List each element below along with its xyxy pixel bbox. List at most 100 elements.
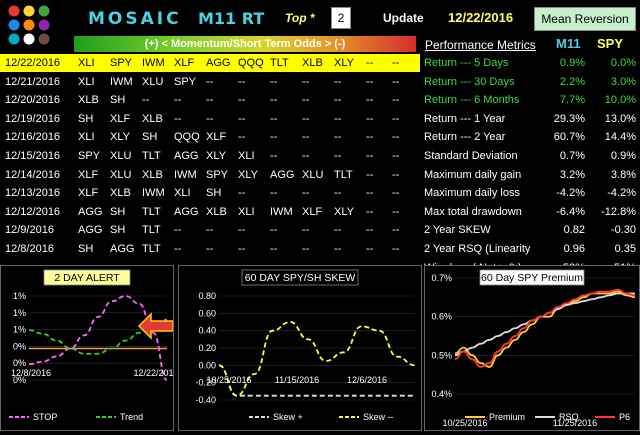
svg-text:60 Day SPY Premium: 60 Day SPY Premium	[481, 272, 583, 284]
signal-ticker: SH	[110, 94, 126, 107]
signal-date: 12/22/2016	[5, 57, 61, 69]
signal-ticker: QQQ	[174, 131, 200, 144]
signal-ticker: SPY	[174, 75, 197, 88]
chart-legend: STOP Trend	[9, 412, 143, 422]
metric-row: Maximum daily gain 3.2% 3.8%	[424, 166, 638, 184]
metric-spy-value: 0.0%	[610, 57, 636, 69]
signal-ticker: IWM	[142, 57, 165, 69]
signal-ticker: AGG	[270, 168, 295, 181]
signal-ticker: --	[142, 94, 150, 107]
metric-m11-value: 0.82	[563, 224, 585, 237]
signal-ticker: --	[334, 187, 342, 200]
metric-row: 2 Year SKEW 0.82 -0.30	[424, 221, 638, 239]
signal-row: 12/20/2016 XLB SH -- -- -- -- -- -- -- -- --	[0, 91, 420, 109]
signal-ticker: --	[392, 131, 400, 144]
signal-row: 12/21/2016 XLI IWM XLU SPY -- -- -- -- -- -- --	[0, 73, 420, 91]
y-tick-label: 0.5%	[431, 350, 452, 360]
signal-ticker: SPY	[110, 57, 133, 69]
signal-ticker: --	[334, 243, 342, 255]
metric-row: Max total drawdown -6.4% -12.8%	[424, 203, 638, 221]
y-tick-label: 1%	[13, 325, 26, 335]
signal-ticker: --	[238, 224, 246, 237]
metric-m11-value: 0.96	[563, 243, 585, 255]
y-tick-label: 0.80	[198, 291, 216, 301]
legend-entry: Skew --	[363, 412, 394, 422]
logo-dot	[23, 5, 35, 17]
metric-label: 2 Year RSQ (Linearity	[424, 243, 531, 255]
signal-ticker: --	[366, 205, 374, 218]
signal-ticker: XLI	[78, 57, 95, 69]
signal-ticker: --	[302, 131, 310, 144]
signal-date: 12/16/2016	[5, 131, 61, 144]
metric-row: Return --- 5 Days 0.9% 0.0%	[424, 54, 638, 72]
legend-entry: STOP	[33, 412, 57, 422]
signal-date: 12/12/2016	[5, 205, 61, 218]
legend-entry: Premium	[489, 412, 525, 422]
update-date: 12/22/2016	[448, 10, 514, 25]
signal-ticker: XLB	[142, 112, 163, 125]
y-tick-label: 1%	[13, 308, 26, 318]
logo-dot	[8, 5, 20, 17]
signal-ticker: XLU	[302, 168, 324, 181]
mean-reversion-button[interactable]: Mean Reversion	[534, 7, 636, 31]
signal-ticker: --	[366, 168, 374, 181]
chart-skew-svg: 0.800.600.400.200.00-0.20-0.4010/25/2016…	[195, 269, 416, 422]
series-line	[454, 292, 635, 357]
signal-ticker: --	[366, 75, 374, 88]
chart-title: 60 Day SPY Premium	[479, 269, 585, 286]
chart-2day-alert-svg: 1%1%1%0%0%0%12/8/201612/22/20162 DAY ALE…	[9, 269, 179, 422]
signal-ticker: --	[238, 75, 246, 88]
signal-ticker: --	[302, 112, 310, 125]
metric-m11-value: 7.7%	[559, 94, 585, 107]
metric-spy-value: -0.30	[610, 224, 636, 237]
metric-spy-value: -4.2%	[607, 187, 636, 200]
signal-ticker: --	[334, 75, 342, 88]
signal-row: 12/14/2016 XLF XLU XLB IWM SPY XLY AGG XLU TLT -- -…	[0, 166, 420, 184]
signal-ticker: XLY	[334, 205, 354, 218]
x-tick-label: 10/25/2016	[206, 375, 251, 385]
signal-ticker: AGG	[174, 205, 199, 218]
y-tick-label: 0.60	[198, 308, 216, 318]
signal-ticker: --	[270, 94, 278, 107]
logo-dot	[38, 5, 50, 17]
metric-label: Return --- 1 Year	[424, 112, 506, 125]
metric-row: Return --- 6 Months 7.7% 10.0%	[424, 91, 638, 109]
signal-ticker: XLY	[110, 131, 130, 144]
signal-ticker: XLI	[78, 131, 95, 144]
signal-ticker: AGG	[78, 224, 103, 237]
signal-ticker: --	[206, 75, 214, 88]
signal-ticker: --	[302, 75, 310, 88]
signal-ticker: XLI	[238, 205, 255, 218]
metric-spy-value: 0.9%	[610, 150, 636, 162]
signal-ticker: XLF	[78, 187, 99, 200]
chart-title: 60 DAY SPY/SH SKEW	[241, 269, 359, 286]
signal-ticker: --	[392, 187, 400, 200]
signal-ticker: XLF	[302, 205, 323, 218]
signal-ticker: IWM	[174, 168, 197, 181]
signal-ticker: --	[366, 94, 374, 107]
metric-label: 2 Year SKEW	[424, 224, 491, 237]
signal-ticker: XLB	[206, 205, 227, 218]
signal-ticker: --	[302, 150, 310, 162]
signal-ticker: --	[270, 224, 278, 237]
signal-ticker: TLT	[142, 224, 161, 237]
chart-legend: Premium RSQ P6	[465, 412, 630, 422]
y-tick-label: 1%	[13, 291, 26, 301]
signal-row: 12/15/2016 SPY XLU TLT AGG XLY XLI -- -- -- -- --	[0, 147, 420, 165]
signal-ticker: --	[270, 243, 278, 255]
logo-dot	[23, 19, 35, 31]
signal-date: 12/15/2016	[5, 150, 61, 162]
top-value-input[interactable]: 2	[331, 7, 351, 29]
signal-ticker: SH	[110, 224, 126, 237]
signal-date: 12/14/2016	[5, 168, 61, 181]
signal-ticker: --	[366, 224, 374, 237]
legend-entry: Skew +	[273, 412, 303, 422]
signal-ticker: XLY	[206, 150, 226, 162]
logo-dot	[38, 33, 50, 45]
signal-ticker: SPY	[206, 168, 229, 181]
signal-ticker: --	[392, 150, 400, 162]
y-tick-label: 0.40	[198, 326, 216, 336]
signal-ticker: --	[392, 243, 400, 255]
signal-ticker: QQQ	[238, 57, 264, 69]
signal-ticker: --	[270, 75, 278, 88]
